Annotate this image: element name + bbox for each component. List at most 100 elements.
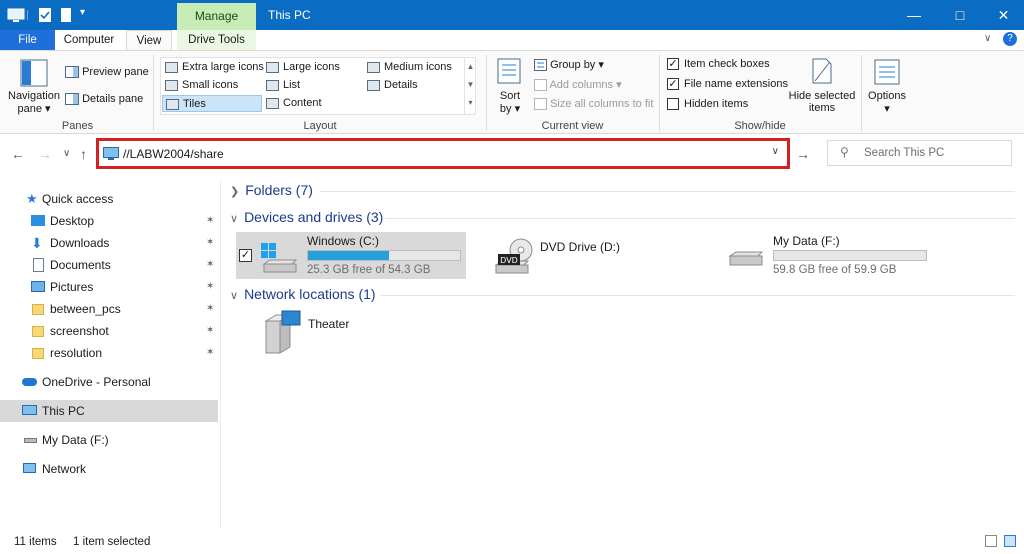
size-all-columns-button[interactable]: Size all columns to fit [534, 98, 654, 111]
tab-view[interactable]: View [126, 30, 172, 51]
size-columns-label: Size all columns to fit [550, 98, 654, 110]
hide-selected-items-button[interactable]: Hide selected items [787, 90, 857, 114]
tab-drive-tools[interactable]: Drive Tools [177, 30, 256, 50]
layout-tiles[interactable]: Tiles [162, 95, 262, 112]
pin-icon[interactable]: ✶ [206, 254, 214, 276]
chevron-right-icon: ❯ [230, 186, 240, 198]
extra-large-icons-icon [165, 62, 178, 73]
drive-tile-dvd-d[interactable]: DVD DVD Drive (D:) [490, 232, 690, 279]
go-arrow-icon[interactable]: → [796, 146, 810, 162]
sidebar-label: between_pcs [50, 302, 121, 316]
sort-by-icon [497, 58, 521, 84]
layout-scroll[interactable]: ▲ ▼ ▾ [464, 58, 476, 114]
tab-computer[interactable]: Computer [58, 30, 120, 50]
pane-divider[interactable] [220, 180, 221, 528]
properties-icon[interactable] [38, 6, 52, 24]
pictures-icon [31, 281, 45, 292]
drive-usage-bar [773, 250, 927, 261]
sidebar-item-documents[interactable]: Documents ✶ [0, 254, 218, 276]
close-button[interactable]: ✕ [983, 0, 1024, 30]
sidebar-item-pictures[interactable]: Pictures ✶ [0, 276, 218, 298]
chevron-down-icon: ∨ [230, 213, 239, 225]
address-path[interactable]: //LABW2004/share [123, 147, 224, 161]
details-pane-button[interactable]: Details pane [65, 93, 143, 106]
options-button[interactable]: Options ▾ [864, 90, 910, 115]
maximize-button[interactable]: □ [937, 0, 983, 30]
network-tile-theater[interactable]: Theater [258, 306, 408, 356]
search-icon: ⚲ [840, 145, 849, 159]
pin-icon[interactable]: ✶ [206, 342, 214, 364]
search-box[interactable]: ⚲ Search This PC [827, 140, 1012, 166]
add-columns-button[interactable]: Add columns ▾ [534, 78, 622, 92]
sidebar-item-onedrive[interactable]: OneDrive - Personal [0, 371, 218, 393]
forward-arrow-icon[interactable]: → [38, 146, 52, 162]
address-dropdown-chevron-icon[interactable]: ∨ [772, 146, 779, 157]
network-section-header[interactable]: ∨ Network locations (1) [230, 286, 376, 302]
sidebar-item-this-pc[interactable]: This PC [0, 400, 218, 422]
sidebar-item-resolution[interactable]: resolution ✶ [0, 342, 218, 364]
window-title: This PC [268, 8, 311, 22]
layout-details[interactable]: Details [364, 77, 464, 94]
options-label: Options [868, 90, 906, 102]
sidebar-item-downloads[interactable]: ⬇ Downloads ✶ [0, 232, 218, 254]
navigation-pane-icon [20, 59, 48, 87]
sidebar-item-between-pcs[interactable]: between_pcs ✶ [0, 298, 218, 320]
layout-small-icons[interactable]: Small icons [162, 77, 262, 94]
sidebar-item-desktop[interactable]: Desktop ✶ [0, 210, 218, 232]
address-bar[interactable]: //LABW2004/share ∨ [96, 138, 790, 169]
drive-tile-windows-c[interactable]: ✓ Windows (C:) 25.3 GB free of 54.3 GB [236, 232, 466, 279]
back-arrow-icon[interactable]: ← [11, 146, 25, 162]
layout-content[interactable]: Content [263, 95, 363, 112]
layout-label: List [283, 79, 301, 91]
layout-label: Large icons [283, 61, 340, 73]
drive-name: My Data (F:) [773, 234, 840, 248]
layout-large-icons[interactable]: Large icons [263, 59, 363, 76]
group-by-button[interactable]: Group by ▾ [534, 58, 604, 72]
minimize-button[interactable]: — [891, 0, 937, 30]
drive-usage-fill [308, 251, 389, 260]
pin-icon[interactable]: ✶ [206, 210, 214, 232]
layout-gallery: Extra large icons Large icons Medium ico… [160, 57, 476, 115]
sidebar-item-quick-access[interactable]: ★ Quick access [0, 188, 218, 210]
folders-section-header[interactable]: ❯ Folders (7) [230, 182, 313, 198]
file-name-extensions-checkbox[interactable]: ✓ [667, 78, 679, 90]
this-pc-icon[interactable] [7, 6, 25, 24]
panes-group-label: Panes [61, 120, 94, 132]
item-check-boxes-label: Item check boxes [684, 58, 770, 70]
folder-icon [32, 326, 44, 337]
tab-file[interactable]: File [0, 30, 55, 50]
content-icon [266, 98, 279, 109]
pin-icon[interactable]: ✶ [206, 298, 214, 320]
up-arrow-icon[interactable]: ↑ [80, 146, 87, 162]
help-icon[interactable]: ? [1003, 32, 1017, 46]
item-checkbox[interactable]: ✓ [239, 249, 252, 262]
navigation-pane-button[interactable]: Navigation pane ▾ [8, 90, 60, 115]
sidebar-item-my-data[interactable]: My Data (F:) [0, 429, 218, 451]
customize-qa-chevron-icon[interactable]: ▾ [80, 7, 85, 25]
item-check-boxes-checkbox[interactable]: ✓ [667, 58, 679, 70]
tab-manage[interactable]: Manage [177, 3, 256, 30]
recent-locations-chevron-icon[interactable]: ∨ [63, 148, 70, 159]
minimize-ribbon-chevron-icon[interactable]: ∨ [984, 33, 991, 44]
ribbon: Navigation pane ▾ Preview pane Details p… [0, 50, 1024, 134]
search-input[interactable]: Search This PC [864, 147, 944, 159]
preview-pane-button[interactable]: Preview pane [65, 66, 149, 79]
layout-list[interactable]: List [263, 77, 363, 94]
devices-section-header[interactable]: ∨ Devices and drives (3) [230, 209, 383, 225]
pin-icon[interactable]: ✶ [206, 320, 214, 342]
pin-icon[interactable]: ✶ [206, 276, 214, 298]
drive-tile-my-data-f[interactable]: My Data (F:) 59.8 GB free of 59.9 GB [724, 232, 934, 279]
hidden-items-checkbox[interactable] [667, 98, 679, 110]
new-folder-icon[interactable] [60, 6, 72, 24]
dvd-badge-text: DVD [500, 256, 518, 265]
section-divider [320, 191, 1015, 192]
sort-by-button[interactable]: Sort by ▾ [496, 90, 524, 115]
pin-icon[interactable]: ✶ [206, 232, 214, 254]
layout-medium-icons[interactable]: Medium icons [364, 59, 464, 76]
layout-extra-large-icons[interactable]: Extra large icons [162, 59, 264, 76]
sidebar-item-screenshot[interactable]: screenshot ✶ [0, 320, 218, 342]
download-arrow-icon: ⬇ [31, 235, 43, 251]
sidebar-item-network[interactable]: Network [0, 458, 218, 480]
large-icons-view-icon[interactable] [1004, 535, 1016, 547]
details-view-icon[interactable] [985, 535, 997, 547]
